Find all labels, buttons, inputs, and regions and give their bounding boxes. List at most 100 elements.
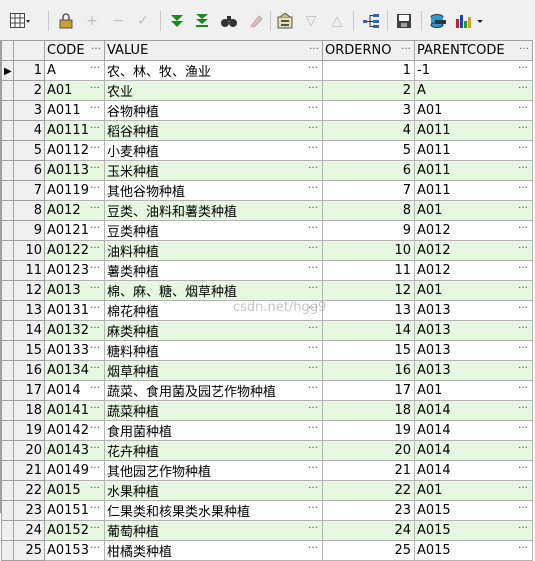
table-row[interactable]: 10 A0122… 油料种植… 10 A012… bbox=[1, 240, 533, 261]
cell-editor-ellipsis-icon[interactable]: … bbox=[308, 322, 318, 332]
cell-editor-ellipsis-icon[interactable]: … bbox=[518, 422, 528, 432]
cell-value[interactable]: 花卉种植… bbox=[104, 440, 323, 461]
cell-code[interactable]: A014… bbox=[44, 380, 105, 401]
column-menu-icon[interactable]: … bbox=[309, 42, 319, 53]
cell-value[interactable]: 农、林、牧、渔业… bbox=[104, 60, 323, 81]
cell-parentcode[interactable]: A011… bbox=[414, 180, 533, 201]
table-row[interactable]: 7 A0119… 其他谷物种植… 7 A011… bbox=[1, 180, 533, 201]
cell-value[interactable]: 仁果类和核果类水果种植… bbox=[104, 500, 323, 521]
cell-value[interactable]: 食用菌种植… bbox=[104, 420, 323, 441]
cell-orderno[interactable]: 16 bbox=[322, 360, 415, 381]
cell-editor-ellipsis-icon[interactable]: … bbox=[518, 322, 528, 332]
post-icon[interactable]: ✓ bbox=[134, 12, 152, 30]
cell-editor-ellipsis-icon[interactable]: … bbox=[90, 282, 100, 292]
grid-menu-icon[interactable] bbox=[9, 12, 31, 30]
table-row[interactable]: 20 A0143… 花卉种植… 20 A014… bbox=[1, 440, 533, 461]
cell-editor-ellipsis-icon[interactable]: … bbox=[90, 182, 100, 192]
cell-orderno[interactable]: 2 bbox=[322, 80, 415, 101]
cell-parentcode[interactable]: A014… bbox=[414, 440, 533, 461]
table-row[interactable]: 22 A015… 水果种植… 22 A01… bbox=[1, 480, 533, 501]
cell-code[interactable]: A0123… bbox=[44, 260, 105, 281]
cell-editor-ellipsis-icon[interactable]: … bbox=[308, 222, 318, 232]
cell-orderno[interactable]: 13 bbox=[322, 300, 415, 321]
cell-parentcode[interactable]: A014… bbox=[414, 420, 533, 441]
cell-parentcode[interactable]: A013… bbox=[414, 300, 533, 321]
cell-code[interactable]: A0122… bbox=[44, 240, 105, 261]
cell-editor-ellipsis-icon[interactable]: … bbox=[518, 82, 528, 92]
cell-editor-ellipsis-icon[interactable]: … bbox=[518, 362, 528, 372]
cell-editor-ellipsis-icon[interactable]: … bbox=[518, 62, 528, 72]
cell-editor-ellipsis-icon[interactable]: … bbox=[90, 342, 100, 352]
cell-editor-ellipsis-icon[interactable]: … bbox=[308, 62, 318, 72]
cell-orderno[interactable]: 4 bbox=[322, 120, 415, 141]
cell-editor-ellipsis-icon[interactable]: … bbox=[90, 482, 100, 492]
cell-editor-ellipsis-icon[interactable]: … bbox=[90, 462, 100, 472]
cell-editor-ellipsis-icon[interactable]: … bbox=[308, 362, 318, 372]
cell-editor-ellipsis-icon[interactable]: … bbox=[518, 222, 528, 232]
cell-code[interactable]: A0143… bbox=[44, 440, 105, 461]
cell-value[interactable]: 谷物种植… bbox=[104, 100, 323, 121]
table-row[interactable]: ▶ 1 A… 农、林、牧、渔业… 1 -1… bbox=[1, 60, 533, 81]
table-row[interactable]: 2 A01… 农业… 2 A… bbox=[1, 80, 533, 101]
table-row[interactable]: 5 A0112… 小麦种植… 5 A011… bbox=[1, 140, 533, 161]
cell-editor-ellipsis-icon[interactable]: … bbox=[518, 282, 528, 292]
table-row[interactable]: 12 A013… 棉、麻、糖、烟草种植… 12 A01… bbox=[1, 280, 533, 301]
table-row[interactable]: 3 A011… 谷物种植… 3 A01… bbox=[1, 100, 533, 121]
cell-editor-ellipsis-icon[interactable]: … bbox=[90, 542, 100, 552]
table-row[interactable]: 23 A0151… 仁果类和核果类水果种植… 23 A015… bbox=[1, 500, 533, 521]
cell-editor-ellipsis-icon[interactable]: … bbox=[518, 102, 528, 112]
table-row[interactable]: 11 A0123… 薯类种植… 11 A012… bbox=[1, 260, 533, 281]
table-row[interactable]: 24 A0152… 葡萄种植… 24 A015… bbox=[1, 520, 533, 541]
cell-editor-ellipsis-icon[interactable]: … bbox=[518, 202, 528, 212]
cell-parentcode[interactable]: A013… bbox=[414, 360, 533, 381]
cell-value[interactable]: 豆类、油料和薯类种植… bbox=[104, 200, 323, 221]
cell-value[interactable]: 小麦种植… bbox=[104, 140, 323, 161]
cell-code[interactable]: A013… bbox=[44, 280, 105, 301]
cell-editor-ellipsis-icon[interactable]: … bbox=[90, 122, 100, 132]
table-row[interactable]: 4 A0111… 稻谷种植… 4 A011… bbox=[1, 120, 533, 141]
cell-editor-ellipsis-icon[interactable]: … bbox=[90, 302, 100, 312]
cell-orderno[interactable]: 25 bbox=[322, 540, 415, 561]
cell-editor-ellipsis-icon[interactable]: … bbox=[518, 382, 528, 392]
column-header-value[interactable]: VALUE… bbox=[104, 40, 323, 61]
cell-editor-ellipsis-icon[interactable]: … bbox=[518, 182, 528, 192]
cell-parentcode[interactable]: A012… bbox=[414, 260, 533, 281]
column-menu-icon[interactable]: … bbox=[401, 42, 411, 53]
cell-parentcode[interactable]: A01… bbox=[414, 200, 533, 221]
cell-editor-ellipsis-icon[interactable]: … bbox=[308, 502, 318, 512]
cell-editor-ellipsis-icon[interactable]: … bbox=[518, 462, 528, 472]
cell-editor-ellipsis-icon[interactable]: … bbox=[90, 142, 100, 152]
column-header-code[interactable]: CODE… bbox=[44, 40, 105, 61]
cell-editor-ellipsis-icon[interactable]: … bbox=[308, 142, 318, 152]
cell-orderno[interactable]: 1 bbox=[322, 60, 415, 81]
fetch-last-icon[interactable] bbox=[193, 12, 211, 30]
fetch-next-icon[interactable] bbox=[168, 12, 186, 30]
table-row[interactable]: 19 A0142… 食用菌种植… 19 A014… bbox=[1, 420, 533, 441]
cell-editor-ellipsis-icon[interactable]: … bbox=[518, 142, 528, 152]
cell-orderno[interactable]: 19 bbox=[322, 420, 415, 441]
table-row[interactable]: 16 A0134… 烟草种植… 16 A013… bbox=[1, 360, 533, 381]
cell-parentcode[interactable]: A011… bbox=[414, 120, 533, 141]
cell-orderno[interactable]: 23 bbox=[322, 500, 415, 521]
cell-value[interactable]: 水果种植… bbox=[104, 480, 323, 501]
cell-parentcode[interactable]: A014… bbox=[414, 400, 533, 421]
cell-editor-ellipsis-icon[interactable]: … bbox=[308, 522, 318, 532]
cell-editor-ellipsis-icon[interactable]: … bbox=[518, 122, 528, 132]
cell-editor-ellipsis-icon[interactable]: … bbox=[308, 182, 318, 192]
cell-value[interactable]: 稻谷种植… bbox=[104, 120, 323, 141]
cell-code[interactable]: A0111… bbox=[44, 120, 105, 141]
cell-code[interactable]: A0153… bbox=[44, 540, 105, 561]
cell-editor-ellipsis-icon[interactable]: … bbox=[308, 382, 318, 392]
cell-value[interactable]: 豆类种植… bbox=[104, 220, 323, 241]
cell-orderno[interactable]: 6 bbox=[322, 160, 415, 181]
cell-parentcode[interactable]: -1… bbox=[414, 60, 533, 81]
cell-editor-ellipsis-icon[interactable]: … bbox=[518, 442, 528, 452]
cell-code[interactable]: A0131… bbox=[44, 300, 105, 321]
cell-orderno[interactable]: 24 bbox=[322, 520, 415, 541]
cell-parentcode[interactable]: A012… bbox=[414, 240, 533, 261]
cell-editor-ellipsis-icon[interactable]: … bbox=[90, 202, 100, 212]
table-row[interactable]: 21 A0149… 其他园艺作物种植… 21 A014… bbox=[1, 460, 533, 481]
cell-editor-ellipsis-icon[interactable]: … bbox=[90, 162, 100, 172]
column-header-parentcode[interactable]: PARENTCODE… bbox=[414, 40, 533, 61]
cell-orderno[interactable]: 17 bbox=[322, 380, 415, 401]
